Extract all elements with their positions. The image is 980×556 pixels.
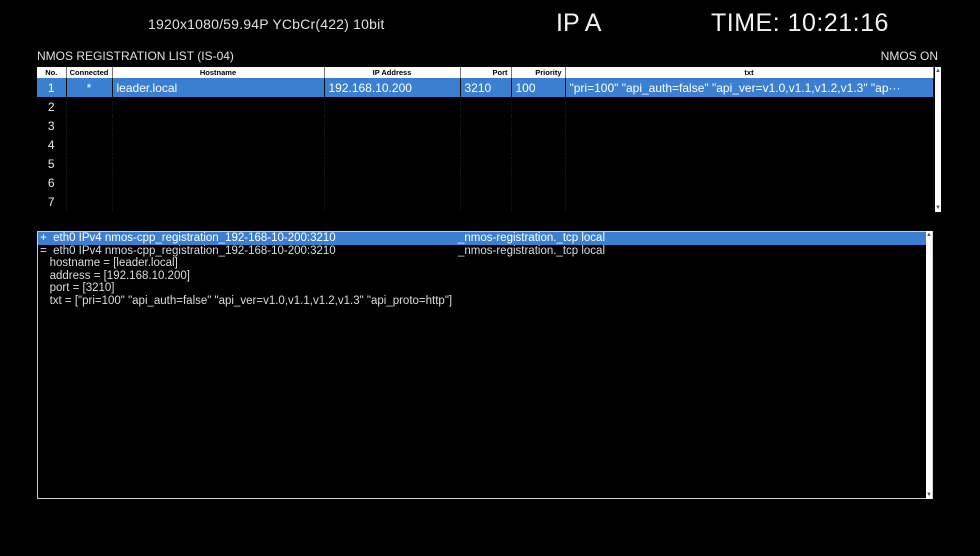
detail-line-service: _nmos-registration._tcp local [458, 244, 606, 257]
table-row[interactable]: 7 [37, 192, 934, 211]
row-priority: 100 [511, 78, 566, 97]
row-connected [66, 135, 113, 154]
row-no: 3 [37, 116, 67, 135]
row-connected [66, 173, 113, 192]
row-priority [511, 192, 566, 211]
detail-line-text: + eth0 IPv4 nmos-cpp_registration_192-16… [40, 232, 336, 244]
scroll-down-arrow-icon[interactable]: ▼ [935, 205, 941, 211]
row-connected [66, 192, 113, 211]
row-no: 2 [37, 97, 67, 116]
ip-label: IP A [556, 9, 602, 37]
row-no: 4 [37, 135, 67, 154]
format-label: 1920x1080/59.94P YCbCr(422) 10bit [148, 16, 385, 32]
row-ip [324, 192, 461, 211]
row-hostname [112, 192, 325, 211]
col-connected-header[interactable]: Connected [66, 67, 113, 78]
row-ip [324, 135, 461, 154]
table-row[interactable]: 4 [37, 135, 934, 154]
row-ip: 192.168.10.200 [324, 78, 461, 97]
row-txt [565, 173, 934, 192]
row-hostname [112, 154, 325, 173]
table-row[interactable]: 2 [37, 97, 934, 116]
row-hostname [112, 135, 325, 154]
row-ip [324, 97, 461, 116]
row-ip [324, 173, 461, 192]
row-txt [565, 97, 934, 116]
row-no: 5 [37, 154, 67, 173]
table-row[interactable]: 3 [37, 116, 934, 135]
detail-line[interactable]: + eth0 IPv4 nmos-cpp_registration_192-16… [38, 232, 932, 245]
nmos-status: NMOS ON [880, 49, 938, 63]
detail-line: hostname = [leader.local] [38, 257, 932, 270]
registration-table: No. Connected Hostname IP Address Port P… [37, 67, 934, 211]
table-row[interactable]: 1 * leader.local 192.168.10.200 3210 100… [37, 78, 934, 97]
row-ip [324, 116, 461, 135]
row-connected [66, 116, 113, 135]
detail-line[interactable]: = eth0 IPv4 nmos-cpp_registration_192-16… [38, 245, 932, 258]
row-priority [511, 154, 566, 173]
table-header-row: No. Connected Hostname IP Address Port P… [37, 67, 934, 78]
detail-line-text: txt = ["pri=100" "api_auth=false" "api_v… [40, 294, 453, 307]
detail-line: txt = ["pri=100" "api_auth=false" "api_v… [38, 295, 932, 308]
row-hostname [112, 97, 325, 116]
scroll-up-arrow-icon[interactable]: ▲ [935, 68, 941, 74]
row-port [460, 116, 512, 135]
detail-line: address = [192.168.10.200] [38, 270, 932, 283]
row-hostname [112, 116, 325, 135]
col-priority-header[interactable]: Priority [511, 67, 566, 78]
table-scrollbar[interactable]: ▲ ▼ [935, 67, 941, 212]
row-connected: * [66, 78, 113, 97]
row-no: 6 [37, 173, 67, 192]
col-ip-header[interactable]: IP Address [324, 67, 461, 78]
row-hostname: leader.local [112, 78, 325, 97]
row-priority [511, 135, 566, 154]
table-row[interactable]: 5 [37, 154, 934, 173]
mdns-detail-panel[interactable]: + eth0 IPv4 nmos-cpp_registration_192-16… [37, 231, 933, 499]
row-no: 1 [37, 78, 67, 97]
detail-line-text: port = [3210] [40, 282, 115, 294]
detail-scrollbar[interactable]: ▲ ▼ [926, 231, 932, 499]
row-txt: "pri=100" "api_auth=false" "api_ver=v1.0… [565, 78, 934, 97]
registration-table-container: No. Connected Hostname IP Address Port P… [37, 67, 940, 212]
detail-line-text: = eth0 IPv4 nmos-cpp_registration_192-16… [40, 244, 336, 257]
row-connected [66, 154, 113, 173]
list-title: NMOS REGISTRATION LIST (IS-04) [37, 49, 234, 63]
row-txt [565, 154, 934, 173]
col-txt-header[interactable]: txt [565, 67, 934, 78]
col-no-header[interactable]: No. [37, 67, 67, 78]
detail-line-text: hostname = [leader.local] [40, 257, 178, 269]
row-txt [565, 192, 934, 211]
row-port [460, 97, 512, 116]
row-priority [511, 116, 566, 135]
scroll-down-arrow-icon[interactable]: ▼ [926, 492, 932, 498]
row-port: 3210 [460, 78, 512, 97]
row-port [460, 173, 512, 192]
scroll-up-arrow-icon[interactable]: ▲ [926, 232, 932, 238]
detail-line: port = [3210] [38, 282, 932, 295]
row-port [460, 154, 512, 173]
row-txt [565, 116, 934, 135]
row-hostname [112, 173, 325, 192]
row-no: 7 [37, 192, 67, 211]
table-row[interactable]: 6 [37, 173, 934, 192]
row-txt [565, 135, 934, 154]
row-port [460, 192, 512, 211]
col-hostname-header[interactable]: Hostname [112, 67, 325, 78]
row-port [460, 135, 512, 154]
col-port-header[interactable]: Port [460, 67, 512, 78]
row-connected [66, 97, 113, 116]
detail-line-text: address = [192.168.10.200] [40, 269, 190, 282]
detail-line-service: _nmos-registration._tcp local [458, 232, 606, 244]
row-priority [511, 97, 566, 116]
row-ip [324, 154, 461, 173]
row-priority [511, 173, 566, 192]
time-label: TIME: 10:21:16 [711, 9, 889, 37]
